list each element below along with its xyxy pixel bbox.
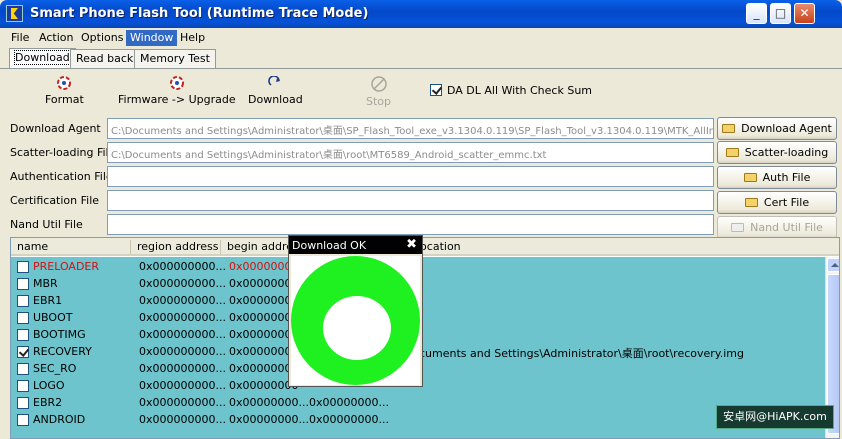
dialog-title-bar: Download OK ✖ [289, 236, 422, 254]
region-address: 0x000000000... [139, 277, 226, 290]
partition-name: EBR1 [33, 294, 63, 307]
dialog-close-icon[interactable]: ✖ [406, 237, 417, 252]
tab-download[interactable]: Download [9, 48, 76, 68]
region-address: 0x000000000... [139, 413, 226, 426]
row-checkbox[interactable] [17, 329, 29, 341]
menu-bar: File Action Options Window Help [0, 28, 842, 47]
folder-open-icon [725, 148, 739, 157]
tab-strip: Download Read back Memory Test [0, 48, 842, 68]
region-address: 0x000000000... [139, 379, 226, 392]
download-ok-dialog: Download OK ✖ [288, 235, 423, 387]
scroll-up-arrow-icon[interactable] [827, 258, 839, 272]
begin-address: 0x00000000... [229, 396, 309, 409]
menu-window[interactable]: Window [126, 30, 178, 46]
menu-options[interactable]: Options [77, 30, 127, 46]
certification-file-field[interactable] [107, 190, 714, 211]
dialog-body [291, 256, 420, 385]
folder-open-icon [743, 173, 757, 182]
end-address: 0x00000000... [309, 413, 389, 426]
file-location: cuments and Settings\Administrator\桌面\ro… [419, 347, 745, 360]
tab-memory-test[interactable]: Memory Test [134, 49, 216, 68]
auth-file-button[interactable]: Auth File [717, 166, 837, 189]
menu-help[interactable]: Help [176, 30, 209, 46]
table-row[interactable]: ANDROID 0x000000000... 0x00000000... 0x0000… [11, 411, 825, 428]
scatter-loading-button[interactable]: Scatter-loading [717, 141, 837, 164]
row-checkbox[interactable] [17, 295, 29, 307]
download-agent-label: Download Agent [10, 122, 101, 135]
menu-action[interactable]: Action [35, 30, 77, 46]
begin-address: 0x00000000... [229, 413, 309, 426]
download-agent-button[interactable]: Download Agent [717, 117, 837, 140]
row-checkbox[interactable] [17, 380, 29, 392]
end-address: 0x00000000... [309, 396, 389, 409]
list-header: name region address begin address locati… [11, 238, 839, 256]
column-region-address[interactable]: region address [131, 240, 221, 254]
folder-open-icon [731, 223, 745, 232]
row-checkbox[interactable] [17, 397, 29, 409]
region-address: 0x000000000... [139, 396, 226, 409]
nand-util-file-label: Nand Util File [10, 218, 83, 231]
partition-name: LOGO [33, 379, 65, 392]
title-bar: Smart Phone Flash Tool (Runtime Trace Mo… [0, 0, 842, 28]
row-checkbox[interactable] [17, 261, 29, 273]
certification-file-label: Certification File [10, 194, 100, 207]
hiapk-watermark: 安卓网@HiAPK.com [716, 405, 834, 429]
column-location[interactable]: location [411, 240, 531, 254]
stop-button[interactable]: Stop [366, 76, 391, 108]
format-button[interactable]: Format [45, 76, 84, 106]
scatter-loading-label: Scatter-loading File [10, 146, 116, 159]
minimize-button[interactable]: _ [746, 3, 767, 24]
dialog-title: Download OK [292, 239, 367, 252]
download-button[interactable]: Download [248, 76, 303, 106]
scatter-loading-field[interactable]: C:\Documents and Settings\Administrator\… [107, 142, 714, 163]
row-checkbox[interactable] [17, 312, 29, 324]
authentication-file-field[interactable] [107, 166, 714, 187]
tab-read-back[interactable]: Read back [70, 49, 140, 68]
partition-name: BOOTIMG [33, 328, 86, 341]
folder-open-icon [744, 198, 758, 207]
row-checkbox[interactable] [17, 363, 29, 375]
maximize-button[interactable]: □ [770, 3, 791, 24]
partition-name: PRELOADER [33, 260, 100, 273]
firmware-upgrade-button[interactable]: Firmware -> Upgrade [118, 76, 236, 106]
partition-name: EBR2 [33, 396, 63, 409]
menu-file[interactable]: File [7, 30, 33, 46]
close-button[interactable]: ✕ [794, 3, 815, 24]
row-checkbox[interactable] [17, 346, 29, 358]
download-agent-field[interactable]: C:\Documents and Settings\Administrator\… [107, 118, 714, 139]
column-name[interactable]: name [11, 240, 131, 254]
format-icon [57, 76, 72, 90]
partition-name: RECOVERY [33, 345, 92, 358]
authentication-file-label: Authentication File [10, 170, 113, 183]
flash-tool-app-icon [6, 5, 23, 22]
folder-open-icon [722, 124, 736, 133]
cert-file-button[interactable]: Cert File [717, 191, 837, 214]
region-address: 0x000000000... [139, 294, 226, 307]
window-title: Smart Phone Flash Tool (Runtime Trace Mo… [30, 6, 369, 21]
nand-util-file-field[interactable] [107, 214, 714, 235]
partition-name: UBOOT [33, 311, 73, 324]
upgrade-icon [169, 76, 184, 90]
partition-name: ANDROID [33, 413, 86, 426]
download-arrow-icon [268, 76, 281, 86]
checksum-option[interactable]: DA DL All With Check Sum [430, 84, 592, 97]
stop-icon [370, 76, 387, 92]
row-checkbox[interactable] [17, 278, 29, 290]
partition-name: MBR [33, 277, 58, 290]
region-address: 0x000000000... [139, 345, 226, 358]
nand-util-file-button[interactable]: Nand Util File [717, 216, 837, 239]
row-checkbox[interactable] [17, 414, 29, 426]
table-row[interactable]: EBR2 0x000000000... 0x00000000... 0x0000000… [11, 394, 825, 411]
region-address: 0x000000000... [139, 311, 226, 324]
partition-name: SEC_RO [33, 362, 77, 375]
region-address: 0x000000000... [139, 328, 226, 341]
success-ring-icon [291, 256, 420, 385]
checksum-checkbox[interactable] [430, 84, 442, 96]
region-address: 0x000000000... [139, 362, 226, 375]
region-address: 0x000000000... [139, 260, 226, 273]
